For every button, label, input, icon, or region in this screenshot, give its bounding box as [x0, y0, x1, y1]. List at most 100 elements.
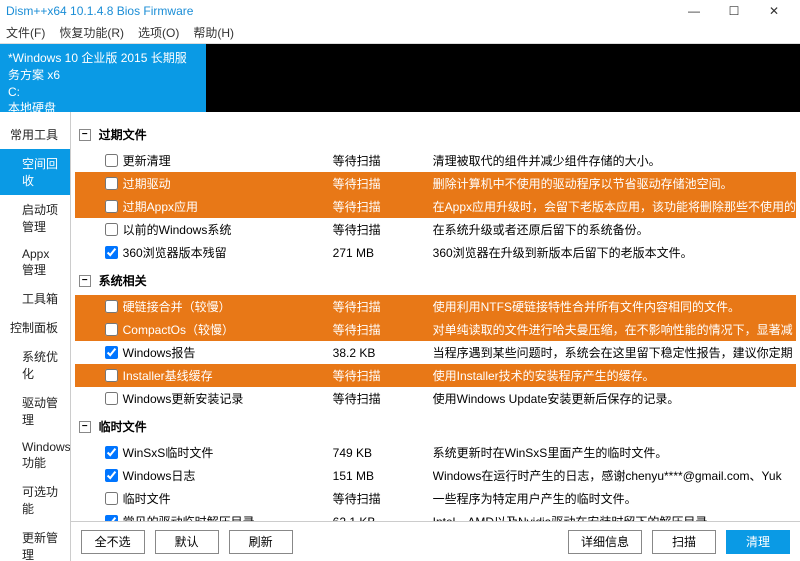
cleanup-row[interactable]: Windows报告38.2 KB当程序遇到某些问题时，系统会在这里留下稳定性报告… — [75, 341, 796, 364]
sidebar-item-control-0[interactable]: 系统优化 — [0, 342, 70, 388]
row-checkbox[interactable] — [105, 369, 118, 382]
row-checkbox[interactable] — [105, 154, 118, 167]
row-checkbox[interactable] — [105, 446, 118, 459]
sidebar-item-tools-2[interactable]: Appx管理 — [0, 241, 70, 284]
row-checkbox[interactable] — [105, 300, 118, 313]
cleanup-list[interactable]: −过期文件更新清理等待扫描清理被取代的组件并减少组件存储的大小。过期驱动等待扫描… — [71, 112, 800, 521]
section-header-1[interactable]: −系统相关 — [75, 266, 796, 295]
row-size: 151 MB — [333, 469, 433, 483]
maximize-button[interactable]: ☐ — [714, 4, 754, 18]
row-desc: 删除计算机中不使用的驱动程序以节省驱动存储池空间。 — [433, 175, 796, 192]
sidebar-item-tools-3[interactable]: 工具箱 — [0, 284, 70, 313]
row-desc: 清理被取代的组件并减少组件存储的大小。 — [433, 152, 796, 169]
collapse-icon[interactable]: − — [79, 129, 91, 141]
cleanup-row[interactable]: 360浏览器版本残留271 MB360浏览器在升级到新版本后留下的老版本文件。 — [75, 241, 796, 264]
menu-options[interactable]: 选项(O) — [138, 24, 179, 41]
row-size: 等待扫描 — [333, 490, 433, 507]
row-desc: 360浏览器在升级到新版本后留下的老版本文件。 — [433, 244, 796, 261]
sidebar-group-tools: 常用工具 — [0, 120, 70, 149]
cleanup-row[interactable]: WinSxS临时文件749 KB系统更新时在WinSxS里面产生的临时文件。 — [75, 441, 796, 464]
row-desc: 使用Windows Update安装更新后保存的记录。 — [433, 390, 796, 407]
row-size: 749 KB — [333, 446, 433, 460]
section-title: 系统相关 — [99, 272, 147, 289]
cleanup-row[interactable]: Windows更新安装记录等待扫描使用Windows Update安装更新后保存… — [75, 387, 796, 410]
scan-button[interactable]: 扫描 — [652, 530, 716, 554]
row-checkbox[interactable] — [105, 223, 118, 236]
cleanup-row[interactable]: Installer基线缓存等待扫描使用Installer技术的安装程序产生的缓存… — [75, 364, 796, 387]
cleanup-row[interactable]: 常见的驱动临时解压目录62.1 KBIntel、AMD以及Nvidia驱动在安装… — [75, 510, 796, 521]
sidebar-group-control: 控制面板 — [0, 313, 70, 342]
window-title: Dism++x64 10.1.4.8 Bios Firmware — [6, 4, 674, 18]
refresh-button[interactable]: 刷新 — [229, 530, 293, 554]
default-button[interactable]: 默认 — [155, 530, 219, 554]
sidebar-item-control-1[interactable]: 驱动管理 — [0, 388, 70, 434]
row-desc: 使用Installer技术的安装程序产生的缓存。 — [433, 367, 796, 384]
detail-button[interactable]: 详细信息 — [568, 530, 642, 554]
collapse-icon[interactable]: − — [79, 421, 91, 433]
deselect-all-button[interactable]: 全不选 — [81, 530, 145, 554]
cleanup-row[interactable]: 过期Appx应用等待扫描在Appx应用升级时，会留下老版本应用，该功能将删除那些… — [75, 195, 796, 218]
row-checkbox[interactable] — [105, 177, 118, 190]
row-name: 过期Appx应用 — [123, 198, 333, 215]
cleanup-row[interactable]: CompactOs（较慢）等待扫描对单纯读取的文件进行哈夫曼压缩，在不影响性能的… — [75, 318, 796, 341]
footer-toolbar: 全不选 默认 刷新 详细信息 扫描 清理 — [71, 521, 800, 561]
cleanup-row[interactable]: Windows日志151 MBWindows在运行时产生的日志，感谢chenyu… — [75, 464, 796, 487]
sidebar-item-control-4[interactable]: 更新管理 — [0, 523, 70, 561]
sidebar-item-tools-0[interactable]: 空间回收 — [0, 149, 70, 195]
cleanup-row[interactable]: 硬链接合并（较慢）等待扫描使用利用NTFS硬链接特性合并所有文件内容相同的文件。 — [75, 295, 796, 318]
cleanup-row[interactable]: 更新清理等待扫描清理被取代的组件并减少组件存储的大小。 — [75, 149, 796, 172]
row-desc: Intel、AMD以及Nvidia驱动在安装时留下的解压目录。 — [433, 513, 796, 521]
row-name: 过期驱动 — [123, 175, 333, 192]
row-desc: 对单纯读取的文件进行哈夫曼压缩，在不影响性能的情况下，显著减 — [433, 321, 796, 338]
row-name: WinSxS临时文件 — [123, 444, 333, 461]
menubar: 文件(F) 恢复功能(R) 选项(O) 帮助(H) — [0, 22, 800, 44]
section-header-2[interactable]: −临时文件 — [75, 412, 796, 441]
row-size: 等待扫描 — [333, 321, 433, 338]
image-tab-bar: *Windows 10 企业版 2015 长期服务方案 x6 C: 本地硬盘 准… — [0, 44, 800, 112]
sidebar-item-control-2[interactable]: Windows功能 — [0, 434, 70, 477]
active-image-tab[interactable]: *Windows 10 企业版 2015 长期服务方案 x6 C: 本地硬盘 准… — [0, 44, 206, 112]
collapse-icon[interactable]: − — [79, 275, 91, 287]
row-checkbox[interactable] — [105, 323, 118, 336]
row-desc: 在Appx应用升级时，会留下老版本应用，该功能将删除那些不使用的 — [433, 198, 796, 215]
titlebar: Dism++x64 10.1.4.8 Bios Firmware — ☐ ✕ — [0, 0, 800, 22]
row-name: Windows日志 — [123, 467, 333, 484]
cleanup-row[interactable]: 以前的Windows系统等待扫描在系统升级或者还原后留下的系统备份。 — [75, 218, 796, 241]
row-checkbox[interactable] — [105, 392, 118, 405]
sidebar-item-control-3[interactable]: 可选功能 — [0, 477, 70, 523]
section-title: 过期文件 — [99, 126, 147, 143]
section-title: 临时文件 — [99, 418, 147, 435]
row-desc: 使用利用NTFS硬链接特性合并所有文件内容相同的文件。 — [433, 298, 796, 315]
row-checkbox[interactable] — [105, 469, 118, 482]
row-checkbox[interactable] — [105, 492, 118, 505]
row-size: 等待扫描 — [333, 298, 433, 315]
row-checkbox[interactable] — [105, 246, 118, 259]
cleanup-row[interactable]: 过期驱动等待扫描删除计算机中不使用的驱动程序以节省驱动存储池空间。 — [75, 172, 796, 195]
row-name: 更新清理 — [123, 152, 333, 169]
row-size: 等待扫描 — [333, 390, 433, 407]
sidebar-item-tools-1[interactable]: 启动项管理 — [0, 195, 70, 241]
row-desc: 系统更新时在WinSxS里面产生的临时文件。 — [433, 444, 796, 461]
menu-help[interactable]: 帮助(H) — [193, 24, 234, 41]
row-name: CompactOs（较慢） — [123, 321, 333, 338]
row-name: Windows报告 — [123, 344, 333, 361]
cleanup-row[interactable]: 临时文件等待扫描一些程序为特定用户产生的临时文件。 — [75, 487, 796, 510]
menu-file[interactable]: 文件(F) — [6, 24, 45, 41]
section-header-0[interactable]: −过期文件 — [75, 120, 796, 149]
row-checkbox[interactable] — [105, 346, 118, 359]
minimize-button[interactable]: — — [674, 4, 714, 18]
clean-button[interactable]: 清理 — [726, 530, 790, 554]
tab-line-1: *Windows 10 企业版 2015 长期服务方案 x6 — [8, 50, 198, 84]
row-size: 等待扫描 — [333, 152, 433, 169]
row-checkbox[interactable] — [105, 200, 118, 213]
row-size: 等待扫描 — [333, 367, 433, 384]
row-desc: 当程序遇到某些问题时，系统会在这里留下稳定性报告，建议你定期 — [433, 344, 796, 361]
close-button[interactable]: ✕ — [754, 4, 794, 18]
row-size: 38.2 KB — [333, 346, 433, 360]
menu-recovery[interactable]: 恢复功能(R) — [59, 24, 124, 41]
row-name: Windows更新安装记录 — [123, 390, 333, 407]
row-desc: 一些程序为特定用户产生的临时文件。 — [433, 490, 796, 507]
row-desc: Windows在运行时产生的日志，感谢chenyu****@gmail.com、… — [433, 467, 796, 484]
sidebar: 常用工具 空间回收启动项管理Appx管理工具箱 控制面板 系统优化驱动管理Win… — [0, 112, 71, 561]
row-name: 360浏览器版本残留 — [123, 244, 333, 261]
